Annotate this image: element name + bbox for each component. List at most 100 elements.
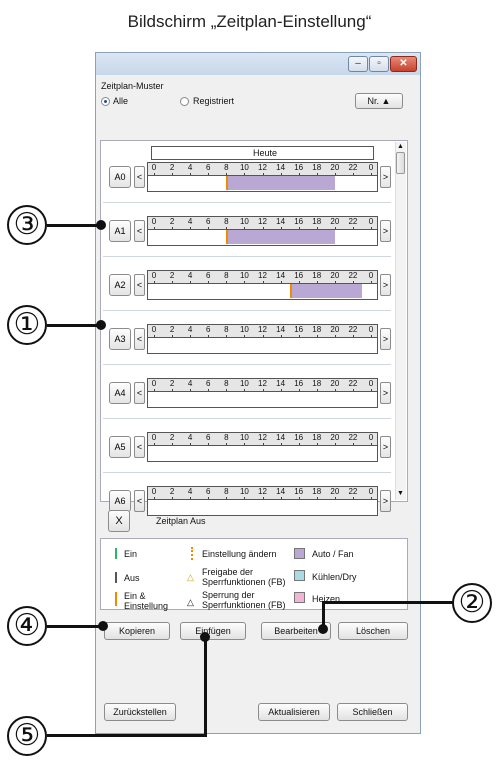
hour-tick [352,173,354,175]
minimize-button[interactable]: – [348,56,368,72]
row-timeline[interactable]: 0 2 4 6 8 10 12 14 16 18 20 22 0 [147,162,378,192]
hour-label: 16 [294,163,304,172]
hour-tick [334,389,336,391]
hour-label: 22 [348,271,358,280]
callout-3-leader [47,224,99,227]
row-id-button[interactable]: A1 [109,220,131,242]
hour-tick [226,173,228,175]
hour-label: 6 [206,379,211,388]
hour-tick [154,227,155,229]
scroll-up-icon[interactable]: ▲ [397,143,404,150]
hour-label: 4 [187,379,193,388]
legend-on-swatch [115,548,117,559]
row-separator [103,256,391,257]
prev-day-button[interactable]: < [134,328,145,350]
hour-label: 0 [151,325,157,334]
next-day-button[interactable]: > [380,328,391,350]
row-timeline[interactable]: 0 2 4 6 8 10 12 14 16 18 20 22 0 [147,432,378,462]
hour-tick [226,281,228,283]
row-timeline[interactable]: 0 2 4 6 8 10 12 14 16 18 20 22 0 [147,378,378,408]
next-day-button[interactable]: > [380,382,391,404]
prev-day-button[interactable]: < [134,436,145,458]
hour-tick [334,497,336,499]
row-id-button[interactable]: A6 [109,490,131,512]
row-id-button[interactable]: A4 [109,382,131,404]
hour-label: 18 [312,163,322,172]
hour-tick [172,281,174,283]
next-day-button[interactable]: > [380,436,391,458]
hour-ruler: 0 2 4 6 8 10 12 14 16 18 20 22 0 [148,163,377,176]
schedule-bar-auto-fan[interactable] [289,284,362,298]
radio-all-label: Alle [113,96,129,106]
hour-tick [190,443,192,445]
sort-number-button[interactable]: Nr. ▲ [355,93,403,109]
radio-registered[interactable] [180,97,189,106]
legend-auto-fan-label: Auto / Fan [312,549,354,559]
next-day-button[interactable]: > [380,220,391,242]
copy-button[interactable]: Kopieren [104,622,170,640]
scrollbar-thumb[interactable] [396,152,405,174]
legend-auto-fan-swatch [294,548,305,559]
schedule-bar-auto-fan[interactable] [226,176,335,190]
hour-label: 18 [312,487,322,496]
row-timeline[interactable]: 0 2 4 6 8 10 12 14 16 18 20 22 0 [147,486,378,516]
hour-tick [208,281,210,283]
hour-tick [208,497,210,499]
schedule-off-label: Zeitplan Aus [156,516,206,526]
hour-tick [172,443,174,445]
hour-tick [226,389,228,391]
close-button[interactable]: ✕ [390,56,417,72]
delete-button[interactable]: Löschen [338,622,408,640]
row-timeline[interactable]: 0 2 4 6 8 10 12 14 16 18 20 22 0 [147,216,378,246]
hour-tick [154,389,155,391]
row-separator [103,418,391,419]
next-day-button[interactable]: > [380,166,391,188]
reset-button[interactable]: Zurückstellen [104,703,176,721]
hour-label: 18 [312,325,322,334]
hour-tick [226,335,228,337]
maximize-button[interactable]: ▫ [369,56,389,72]
hour-label: 18 [312,433,322,442]
row-id-button[interactable]: A3 [109,328,131,350]
hour-tick [280,335,282,337]
next-day-button[interactable]: > [380,274,391,296]
prev-day-button[interactable]: < [134,490,145,512]
refresh-button[interactable]: Aktualisieren [258,703,330,721]
hour-tick [371,227,372,229]
row-timeline[interactable]: 0 2 4 6 8 10 12 14 16 18 20 22 0 [147,270,378,300]
radio-all[interactable] [101,97,110,106]
legend-release-lock-label: Freigabe der Sperrfunktionen (FB) [202,567,286,587]
hour-label: 2 [169,433,175,442]
hour-tick [352,227,354,229]
hour-label: 10 [239,487,249,496]
row-id-button[interactable]: A0 [109,166,131,188]
next-day-button[interactable]: > [380,490,391,512]
prev-day-button[interactable]: < [134,382,145,404]
row-separator [103,202,391,203]
schedule-bar-auto-fan[interactable] [226,230,335,244]
legend-lock-label: Sperrung der Sperrfunktionen (FB) [202,590,286,610]
row-id-button[interactable]: A5 [109,436,131,458]
hour-label: 6 [206,163,211,172]
close-window-button[interactable]: Schließen [337,703,408,721]
list-scrollbar[interactable] [395,142,406,500]
hour-tick [262,227,264,229]
prev-day-button[interactable]: < [134,274,145,296]
hour-label: 10 [239,433,249,442]
hour-tick [334,335,336,337]
schedule-off-button[interactable]: X [108,510,130,532]
paste-button[interactable]: Einfügen [180,622,246,640]
hour-tick [334,443,336,445]
scroll-down-icon[interactable]: ▼ [397,490,404,497]
row-timeline[interactable]: 0 2 4 6 8 10 12 14 16 18 20 22 0 [147,324,378,354]
row-id-button[interactable]: A2 [109,274,131,296]
hour-tick [154,281,155,283]
callout-4: ④ [7,606,47,646]
row-separator [103,472,391,473]
hour-label: 22 [348,163,358,172]
hour-tick [262,389,264,391]
hour-tick [172,389,174,391]
hour-label: 20 [330,433,340,442]
prev-day-button[interactable]: < [134,220,145,242]
prev-day-button[interactable]: < [134,166,145,188]
